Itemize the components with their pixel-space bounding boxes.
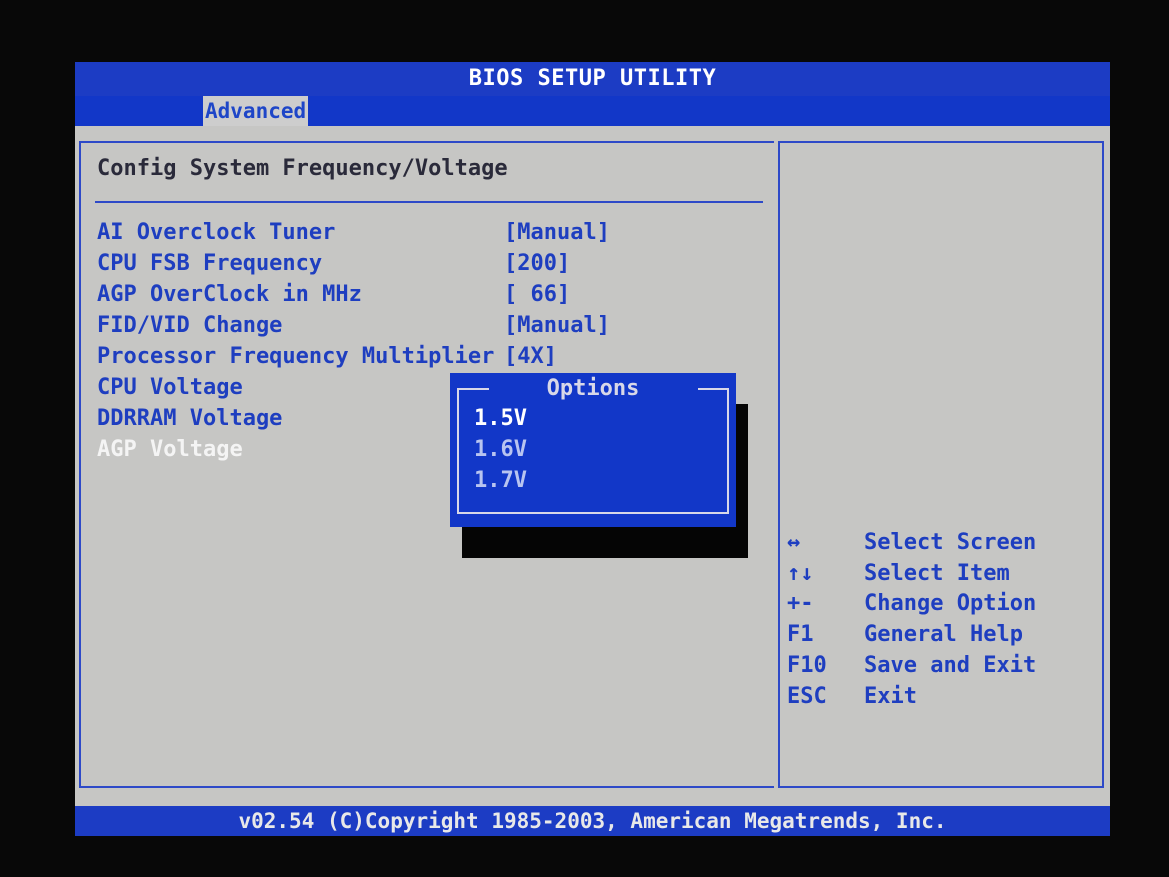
setting-label: AI Overclock Tuner bbox=[97, 220, 336, 245]
setting-processor-multiplier[interactable]: Processor Frequency Multiplier [4X] bbox=[97, 342, 617, 372]
help-select-screen: ↔ Select Screen bbox=[787, 528, 1087, 558]
help-key: +- bbox=[787, 591, 814, 616]
setting-value[interactable]: [Manual] bbox=[504, 218, 610, 248]
help-select-item: ↑↓ Select Item bbox=[787, 559, 1087, 589]
help-desc: Exit bbox=[864, 684, 917, 709]
help-desc: Change Option bbox=[864, 591, 1037, 616]
section-title: Config System Frequency/Voltage bbox=[97, 156, 508, 181]
option-1-5v[interactable]: 1.5V bbox=[474, 404, 527, 434]
copyright-bar: v02.54 (C)Copyright 1985-2003, American … bbox=[75, 806, 1110, 836]
left-right-arrow-icon: ↔ bbox=[787, 530, 801, 555]
options-popup: Options 1.5V 1.6V 1.7V bbox=[450, 373, 736, 527]
setting-label: CPU FSB Frequency bbox=[97, 251, 323, 276]
menu-tab-bar: Advanced bbox=[75, 96, 1110, 126]
up-down-arrow-icon: ↑↓ bbox=[787, 561, 814, 586]
tab-advanced[interactable]: Advanced bbox=[203, 96, 309, 126]
help-key: F1 bbox=[787, 622, 814, 647]
setting-label: FID/VID Change bbox=[97, 313, 283, 338]
help-desc: Select Item bbox=[864, 561, 1010, 586]
help-exit: ESC Exit bbox=[787, 682, 1087, 712]
help-key: ESC bbox=[787, 684, 827, 709]
help-save-exit: F10 Save and Exit bbox=[787, 651, 1087, 681]
setting-value[interactable]: [Manual] bbox=[504, 311, 610, 341]
help-desc: Save and Exit bbox=[864, 653, 1037, 678]
help-desc: Select Screen bbox=[864, 530, 1037, 555]
setting-value[interactable]: [4X] bbox=[504, 342, 557, 372]
setting-label: AGP OverClock in MHz bbox=[97, 282, 362, 307]
setting-label: AGP Voltage bbox=[97, 437, 243, 462]
option-1-7v[interactable]: 1.7V bbox=[474, 466, 527, 496]
copyright-text: v02.54 (C)Copyright 1985-2003, American … bbox=[238, 809, 947, 833]
setting-cpu-fsb-frequency[interactable]: CPU FSB Frequency [200] bbox=[97, 249, 617, 279]
help-desc: General Help bbox=[864, 622, 1023, 647]
setting-value[interactable]: [ 66] bbox=[504, 280, 570, 310]
popup-title: Options bbox=[546, 376, 640, 401]
setting-fid-vid-change[interactable]: FID/VID Change [Manual] bbox=[97, 311, 617, 341]
setting-label: Processor Frequency Multiplier bbox=[97, 344, 495, 369]
setting-label: CPU Voltage bbox=[97, 375, 243, 400]
bios-screen: BIOS SETUP UTILITY Advanced Config Syste… bbox=[0, 0, 1169, 877]
setting-ai-overclock-tuner[interactable]: AI Overclock Tuner [Manual] bbox=[97, 218, 617, 248]
title-bar: BIOS SETUP UTILITY bbox=[75, 62, 1110, 96]
section-divider bbox=[95, 201, 763, 203]
setting-agp-overclock[interactable]: AGP OverClock in MHz [ 66] bbox=[97, 280, 617, 310]
help-change-option: +- Change Option bbox=[787, 589, 1087, 619]
option-1-6v[interactable]: 1.6V bbox=[474, 435, 527, 465]
help-key: F10 bbox=[787, 653, 827, 678]
help-general-help: F1 General Help bbox=[787, 620, 1087, 650]
setting-value[interactable]: [200] bbox=[504, 249, 570, 279]
window-title: BIOS SETUP UTILITY bbox=[468, 66, 717, 91]
setting-label: DDRRAM Voltage bbox=[97, 406, 283, 431]
